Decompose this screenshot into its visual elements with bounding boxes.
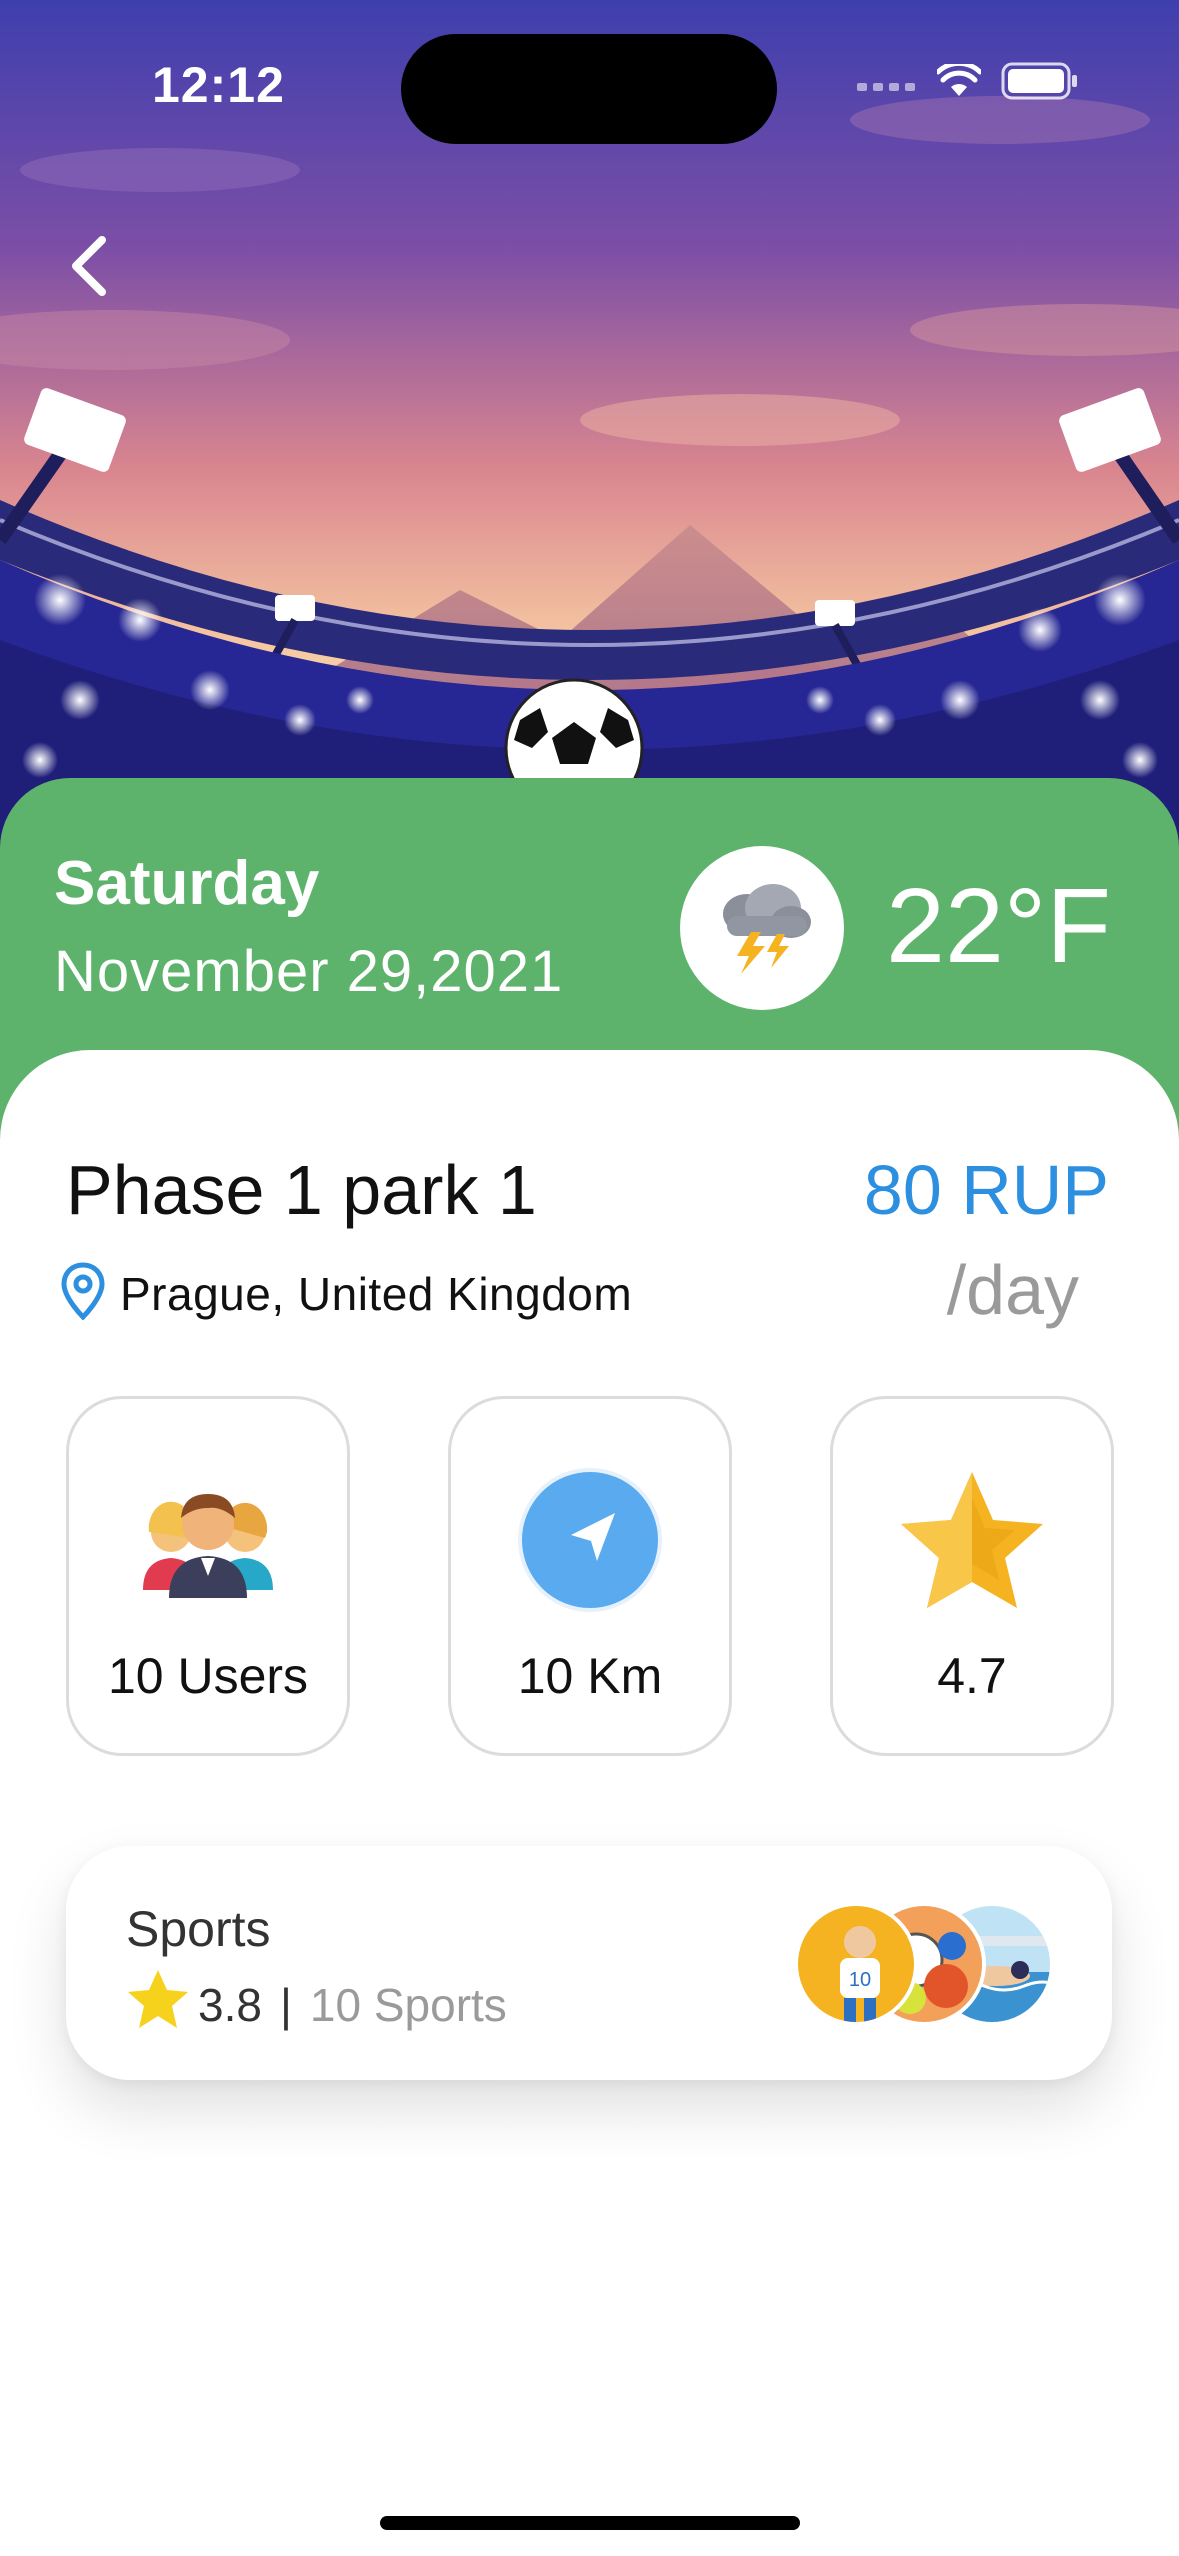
park-details-card: Phase 1 park 1 80 RUP /day Prague, Unite… xyxy=(0,1050,1179,2556)
wifi-icon xyxy=(935,60,983,103)
star-icon xyxy=(897,1465,1047,1615)
price: 80 RUP xyxy=(863,1151,1109,1229)
cellular-signal-icon xyxy=(857,71,917,96)
chevron-left-icon xyxy=(66,234,110,303)
price-unit: /day xyxy=(946,1251,1079,1329)
back-button[interactable] xyxy=(38,218,138,318)
sports-avatars: 10 xyxy=(794,1902,1054,2026)
status-time: 12:12 xyxy=(152,57,285,113)
temperature: 22°F xyxy=(886,867,1112,985)
football-player-avatar: 10 xyxy=(794,1902,918,2026)
sports-separator: | xyxy=(279,1978,292,2031)
weather-badge xyxy=(680,846,844,1010)
stat-label-distance: 10 Km xyxy=(517,1648,663,1704)
status-icons xyxy=(857,60,1079,105)
navigation-icon xyxy=(515,1465,665,1615)
stadium-hero-image: 12:12 xyxy=(0,0,1179,900)
home-indicator[interactable] xyxy=(380,2516,800,2530)
location-text: Prague, United Kingdom xyxy=(120,1267,633,1320)
park-name: Phase 1 park 1 xyxy=(66,1151,537,1229)
stat-label-rating: 4.7 xyxy=(937,1648,1007,1704)
sports-title: Sports xyxy=(126,1901,271,1957)
svg-text:10: 10 xyxy=(849,1969,871,1991)
stat-card-rating[interactable]: 4.7 xyxy=(830,1396,1114,1756)
sports-meta: 3.8 | 10 Sports xyxy=(126,1968,507,2041)
day-name: Saturday xyxy=(54,849,320,918)
users-icon xyxy=(133,1465,283,1615)
status-bar: 12:12 xyxy=(0,0,1179,170)
thunderstorm-icon xyxy=(707,876,817,981)
stat-label-users: 10 Users xyxy=(107,1648,309,1704)
stat-card-distance[interactable]: 10 Km xyxy=(448,1396,732,1756)
sports-count: 10 Sports xyxy=(309,1978,507,2031)
map-pin-icon xyxy=(60,1262,106,1325)
date-text: November 29,2021 xyxy=(54,939,564,1004)
sports-rating: 3.8 xyxy=(198,1978,262,2031)
stat-card-users[interactable]: 10 Users xyxy=(66,1396,350,1756)
location: Prague, United Kingdom xyxy=(60,1262,632,1325)
dynamic-island xyxy=(401,34,777,144)
battery-icon xyxy=(1001,62,1079,105)
sports-card[interactable]: Sports 3.8 | 10 Sports 10 xyxy=(66,1846,1112,2080)
rating-star-icon xyxy=(126,1968,190,2041)
